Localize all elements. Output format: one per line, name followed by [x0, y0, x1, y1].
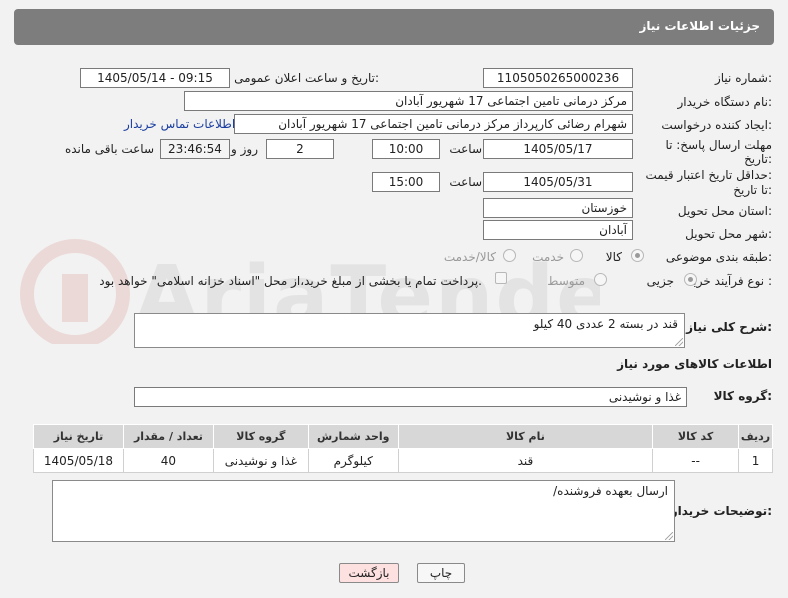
days-field[interactable]: 2 [266, 139, 334, 159]
resize-grip-icon[interactable] [665, 532, 673, 540]
contact-info-link[interactable]: اطلاعات تماس خریدار [124, 117, 235, 131]
price-time-field[interactable]: 15:00 [372, 172, 440, 192]
goods-table: ردیف کد کالا نام کالا واحد شمارش گروه کا… [33, 424, 773, 473]
days-label: روز و [231, 142, 258, 156]
col-unit: واحد شمارش [307, 424, 399, 449]
goods-section-title: اطلاعات کالاهای مورد نیاز [617, 357, 772, 371]
reply-deadline-label: مهلت ارسال پاسخ: تا [665, 138, 772, 152]
reply-time-field[interactable]: 10:00 [372, 139, 440, 159]
goods-group-field[interactable]: غذا و نوشیدنی [134, 387, 687, 407]
buyer-notes-text: ارسال بعهده فروشنده/ [553, 484, 668, 498]
col-item-code: کد کالا [652, 424, 740, 449]
announce-label: تاریخ و ساعت اعلان عمومی: [234, 71, 379, 85]
creator-field[interactable]: شهرام رضائی کارپرداز مرکز درمانی تامین ا… [234, 114, 633, 134]
category-both-radio[interactable] [503, 249, 516, 262]
buyer-notes-label: توضیحات خریدار: [670, 504, 772, 518]
cell-item-group: غذا و نوشیدنی [212, 448, 309, 473]
category-service-radio[interactable] [570, 249, 583, 262]
province-label: استان محل تحویل: [677, 204, 772, 218]
city-label: شهر محل تحویل: [685, 227, 772, 241]
col-row-number: ردیف [738, 424, 773, 449]
description-label: شرح کلی نیاز: [686, 320, 772, 334]
goods-group-label: گروه کالا: [713, 389, 772, 403]
category-both-label: کالا/خدمت [443, 250, 496, 264]
city-field[interactable]: آبادان [483, 220, 633, 240]
page: AriaTender.neT جزئیات اطلاعات نیاز شماره… [0, 0, 788, 598]
reply-time-label: ساعت [449, 142, 482, 156]
page-header: جزئیات اطلاعات نیاز [14, 9, 774, 45]
price-time-label: ساعت [449, 175, 482, 189]
table-row[interactable]: 1 -- قند کیلوگرم غذا و نوشیدنی 40 1405/0… [33, 448, 773, 473]
announce-field[interactable]: 1405/05/14 - 09:15 [80, 68, 230, 88]
reply-deadline-label-2: تاریخ: [744, 152, 772, 166]
process-medium-label: متوسط [547, 274, 585, 288]
price-validity-label: حداقل تاریخ اعتبار قیمت: [645, 168, 772, 182]
process-minor-label: جزیی [646, 274, 674, 288]
print-button[interactable]: چاپ [417, 563, 465, 583]
need-number-field[interactable]: 1105050265000236 [483, 68, 633, 88]
table-header-row: ردیف کد کالا نام کالا واحد شمارش گروه کا… [33, 424, 773, 449]
resize-grip-icon[interactable] [675, 338, 683, 346]
description-textarea[interactable]: قند در بسته 2 عددی 40 کیلو [134, 313, 685, 348]
buyer-notes-textarea[interactable]: ارسال بعهده فروشنده/ [52, 480, 675, 542]
category-goods-radio[interactable] [631, 249, 644, 262]
category-label: طبقه بندی موضوعی: [665, 250, 772, 264]
col-item-name: نام کالا [397, 424, 654, 449]
cell-row-number: 1 [738, 448, 773, 473]
page-title: جزئیات اطلاعات نیاز [639, 19, 760, 33]
description-text: قند در بسته 2 عددی 40 کیلو [533, 317, 678, 331]
remaining-label: ساعت باقی مانده [64, 142, 154, 156]
treasury-payment-note: پرداخت تمام یا بخشی از مبلغ خرید،از محل … [99, 274, 482, 288]
category-goods-label: کالا [605, 250, 622, 264]
cell-quantity: 40 [123, 448, 214, 473]
countdown-field: 23:46:54 [160, 139, 230, 159]
treasury-payment-checkbox[interactable] [495, 272, 507, 284]
cell-item-code: -- [652, 448, 740, 473]
reply-date-field[interactable]: 1405/05/17 [483, 139, 633, 159]
col-quantity: تعداد / مقدار [123, 424, 214, 449]
price-date-field[interactable]: 1405/05/31 [483, 172, 633, 192]
col-need-date: تاریخ نیاز [33, 424, 124, 449]
process-label: نوع فرآیند خرید : [687, 274, 772, 288]
category-service-label: خدمت [532, 250, 564, 264]
col-item-group: گروه کالا [212, 424, 309, 449]
process-minor-radio[interactable] [684, 273, 697, 286]
province-field[interactable]: خوزستان [483, 198, 633, 218]
price-validity-label-2: تا تاریخ: [733, 183, 772, 197]
buyer-org-label: نام دستگاه خریدار: [677, 95, 773, 109]
cell-unit: کیلوگرم [307, 448, 399, 473]
cell-need-date: 1405/05/18 [33, 448, 124, 473]
buyer-org-field[interactable]: مرکز درمانی تامین اجتماعی 17 شهریور آباد… [184, 91, 633, 111]
need-number-label: شماره نیاز: [714, 71, 772, 85]
back-button[interactable]: بازگشت [339, 563, 399, 583]
cell-item-name: قند [397, 448, 654, 473]
creator-label: ایجاد کننده درخواست: [661, 118, 772, 132]
process-medium-radio[interactable] [594, 273, 607, 286]
